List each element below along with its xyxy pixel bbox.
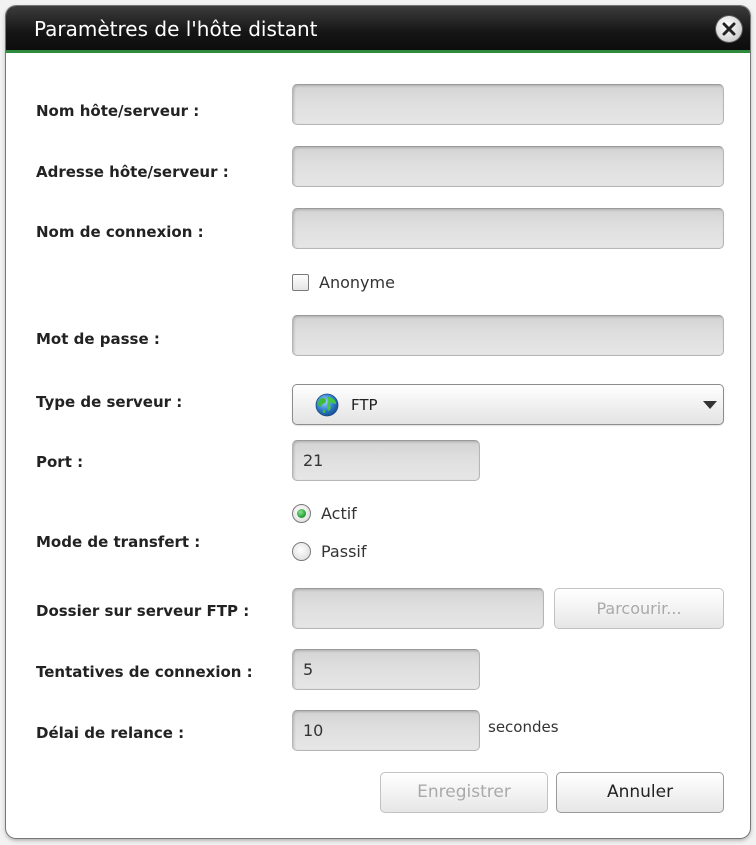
server-type-select[interactable]: FTP bbox=[292, 384, 724, 425]
transfer-mode-active-label: Actif bbox=[321, 504, 357, 523]
retry-delay-unit: secondes bbox=[488, 718, 559, 736]
anonymous-checkbox-row[interactable]: Anonyme bbox=[292, 273, 395, 292]
browse-button[interactable]: Parcourir... bbox=[554, 588, 724, 629]
retry-delay-label: Délai de relance : bbox=[36, 724, 185, 742]
server-type-label: Type de serveur : bbox=[36, 393, 183, 411]
retries-field[interactable]: 5 bbox=[292, 649, 480, 690]
host-name-label: Nom hôte/serveur : bbox=[36, 102, 200, 120]
login-name-field[interactable] bbox=[292, 208, 724, 249]
retry-delay-field[interactable]: 10 bbox=[292, 710, 480, 751]
transfer-mode-active-row[interactable]: Actif bbox=[292, 504, 357, 523]
transfer-mode-label: Mode de transfert : bbox=[36, 533, 201, 551]
retries-label: Tentatives de connexion : bbox=[36, 663, 253, 681]
ftp-folder-label: Dossier sur serveur FTP : bbox=[36, 602, 250, 620]
host-name-field[interactable] bbox=[292, 84, 724, 125]
dialog-title: Paramètres de l'hôte distant bbox=[34, 17, 318, 41]
anonymous-label: Anonyme bbox=[319, 273, 395, 292]
save-button[interactable]: Enregistrer bbox=[380, 772, 548, 813]
chevron-down-icon[interactable] bbox=[703, 401, 717, 409]
host-address-field[interactable] bbox=[292, 146, 724, 187]
transfer-mode-active-radio[interactable] bbox=[292, 504, 311, 523]
login-name-label: Nom de connexion : bbox=[36, 223, 204, 241]
password-label: Mot de passe : bbox=[36, 330, 160, 348]
host-address-label: Adresse hôte/serveur : bbox=[36, 163, 229, 181]
transfer-mode-passive-radio[interactable] bbox=[292, 542, 311, 561]
globe-icon bbox=[315, 393, 339, 417]
cancel-button[interactable]: Annuler bbox=[556, 772, 724, 813]
anonymous-checkbox[interactable] bbox=[292, 274, 309, 291]
ftp-folder-field[interactable] bbox=[292, 588, 544, 629]
port-field[interactable]: 21 bbox=[292, 440, 480, 481]
close-x-glyph bbox=[722, 22, 736, 36]
port-label: Port : bbox=[36, 453, 84, 471]
server-type-value: FTP bbox=[351, 396, 378, 414]
remote-host-settings-dialog: Paramètres de l'hôte distant Nom hôte/se… bbox=[6, 6, 750, 838]
password-field[interactable] bbox=[292, 315, 724, 356]
transfer-mode-passive-label: Passif bbox=[321, 542, 367, 561]
close-icon[interactable] bbox=[716, 16, 742, 42]
title-bar[interactable]: Paramètres de l'hôte distant bbox=[6, 6, 750, 53]
transfer-mode-passive-row[interactable]: Passif bbox=[292, 542, 366, 561]
